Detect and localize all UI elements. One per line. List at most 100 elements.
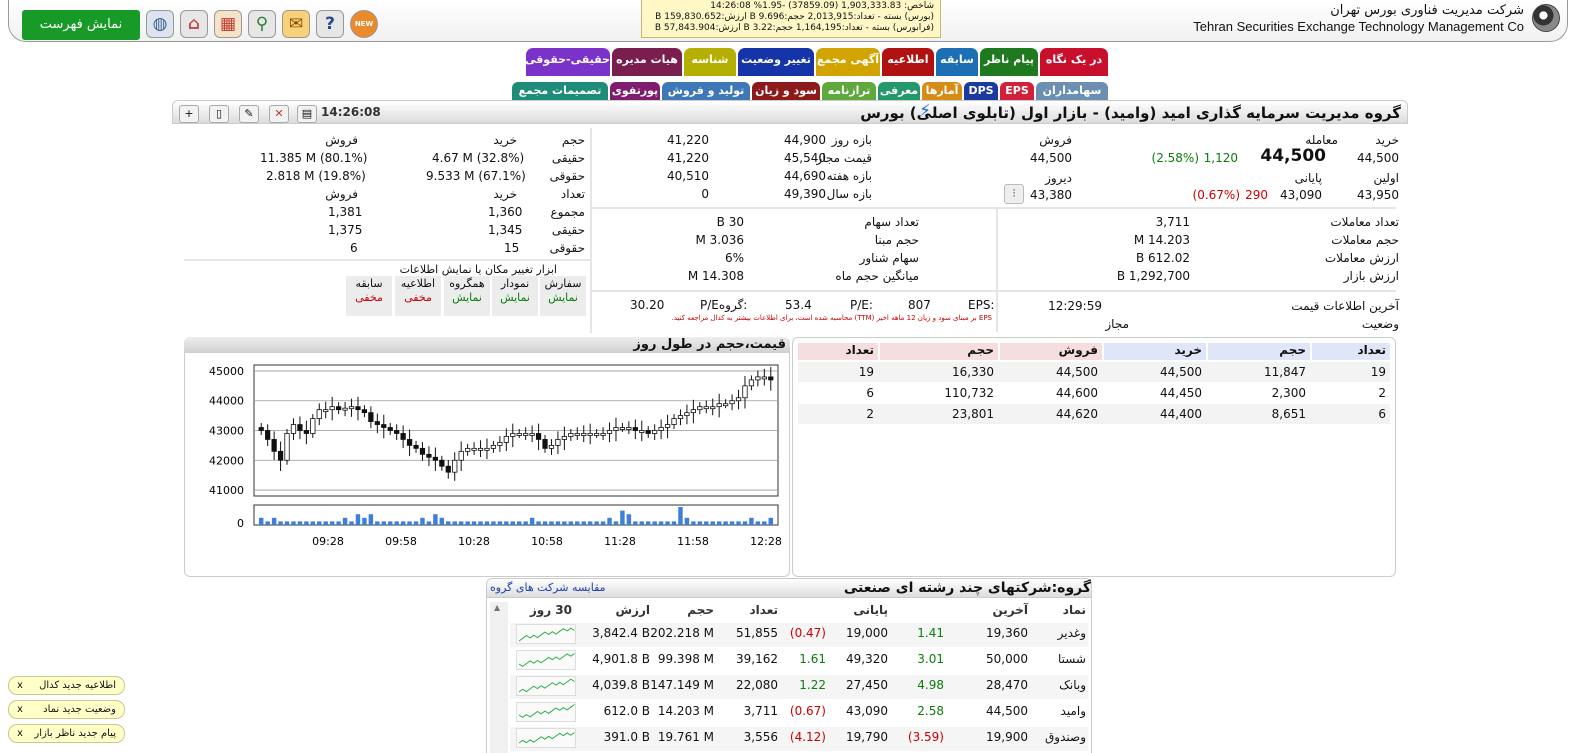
float-label: سهام شناور [859,251,919,265]
buy-label: خرید [1375,133,1399,147]
tab-6[interactable]: شناسه [684,48,736,76]
volume-bar [259,517,264,525]
candle-body [535,433,542,440]
notification-1[interactable]: وضعیت جدید نماد x [8,700,125,719]
candle-body [419,447,426,455]
close-icon[interactable]: x [17,725,23,742]
group-table-scrollbar[interactable] [490,602,508,753]
tab-2[interactable]: سابقه [936,48,978,76]
notification-0[interactable]: اطلاعیه جدید کدال x [8,676,125,695]
scroll-up-icon[interactable]: ▲ [494,603,500,612]
volume-bar [323,521,328,525]
subtab-9[interactable]: تصمیمات مجمع [512,82,608,100]
table-view-icon[interactable]: ▤ [297,105,317,123]
subtab-7[interactable]: تولید و فروش [662,82,750,100]
y-tick-label: 44000 [209,395,244,408]
volume-bar [413,521,419,525]
help-icon[interactable]: ? [316,10,344,38]
candle-body [542,439,548,449]
tool-1[interactable]: نمودار نمایش [492,276,538,316]
home-icon[interactable]: ⌂ [180,10,208,38]
volume-bar [388,521,393,525]
tab-3[interactable]: اطلاعیه [882,48,934,76]
trade-count-label: تعداد معاملات [1330,215,1399,229]
candle-body [652,430,658,434]
order-cell: 16,330 [952,365,994,379]
group-symbol-link[interactable]: شستا [1030,652,1086,666]
first-price: 43,950 [1357,188,1399,202]
group-cell: (0.47) [789,626,826,640]
notification-text: پیام جدید ناظر بازار [34,728,116,739]
group-symbol-link[interactable]: وامید [1030,704,1086,718]
group-symbol-link[interactable]: وغدیر [1030,626,1086,640]
group-cell: 1.61 [799,652,826,666]
subtab-2[interactable]: DPS [964,82,998,100]
candle-body [716,403,722,408]
group-symbol-link[interactable]: وبانک [1030,678,1086,692]
chat-icon[interactable]: ✉ [282,10,310,38]
candle-body [271,439,277,452]
subtab-5[interactable]: ترازنامه [822,82,876,100]
last-info-time: 12:29:59 [1048,299,1102,313]
tool-3[interactable]: اطلاعیه مخفی [395,276,441,316]
search-icon[interactable]: ⚲ [248,10,276,38]
subtab-8[interactable]: پورتفوی [610,82,660,100]
tab-5[interactable]: تغییر وضعیت [738,48,814,76]
globe-icon[interactable]: ◍ [146,10,174,38]
x-tick-label: 09:28 [312,535,344,548]
candle-body [755,376,761,381]
document-icon[interactable]: ▯ [209,105,229,123]
close-icon[interactable]: x [17,701,23,718]
tab-0[interactable]: در یک نگاه [1040,48,1108,76]
market-index-box[interactable]: شاخص: 1,903,333.83 (37859.09) -1.95% 14:… [641,0,941,38]
group-cell: 28,470 [986,678,1028,692]
tool-label: سفارش [544,277,582,290]
week-label: بازه هفته [826,169,872,183]
tool-0[interactable]: سفارش نمایش [540,276,586,316]
ii-cnt-inst-buy: 15 [504,241,520,255]
tool-4[interactable]: سابقه مخفی [346,276,392,316]
candle-body [297,424,303,431]
ii-individual-label: حقیقی [551,151,585,165]
edit-icon[interactable]: ✎ [239,105,259,123]
show-list-button[interactable]: نمایش فهرست [22,10,140,40]
volume-bar [768,517,773,525]
subtab-3[interactable]: آمارها [922,82,962,100]
subtab-0[interactable]: سهامداران [1036,82,1108,100]
subtab-1[interactable]: EPS [1000,82,1034,100]
tab-4[interactable]: آگهی مجمع [816,48,880,76]
sparkline-30d [516,676,576,696]
final-label: پایانی [1294,171,1322,185]
settings-sliders-icon[interactable]: ⫶ [1004,184,1024,204]
x-tick-label: 11:58 [677,535,709,548]
order-cell: 2 [866,407,874,421]
pe-label: P/E: [850,298,873,312]
trade-volume: 14.203 M [1133,233,1190,247]
chart-tool-icon[interactable]: ✕ [269,105,289,123]
group-cell: 39,162 [736,652,778,666]
flash-icon: ⚡ [919,101,931,121]
candle-body [516,433,522,436]
notification-2[interactable]: پیام جدید ناظر بازار x [8,724,125,743]
tab-1[interactable]: پیام ناظر [980,48,1038,76]
compare-group-link[interactable]: مقایسه شرکت های گروه [490,581,606,594]
subtab-6[interactable]: سود و زیان [752,82,820,100]
group-cell: (3.59) [907,730,944,744]
close-icon[interactable]: x [17,677,23,694]
volume-bar [400,521,406,525]
volume-bar [691,521,696,525]
yesterday-price: 43,380 [1030,188,1072,202]
tool-2[interactable]: همگروه نمایش [444,276,490,316]
subtab-4[interactable]: معرفی [878,82,920,100]
add-icon[interactable]: + [179,105,199,123]
volume-bar [458,521,464,525]
tab-8[interactable]: حقیقی-حقوقی [525,48,610,76]
new-badge-icon[interactable]: NEW [350,10,378,38]
volume-bar [671,521,677,525]
group-symbol-link[interactable]: وصندوق [1030,730,1086,744]
tab-7[interactable]: هیات مدیره [612,48,682,76]
table-icon[interactable]: ▦ [214,10,242,38]
volume-bar [736,521,741,525]
group-cell: 4,901.8 B [592,652,650,666]
tool-state: نمایش [548,291,578,304]
